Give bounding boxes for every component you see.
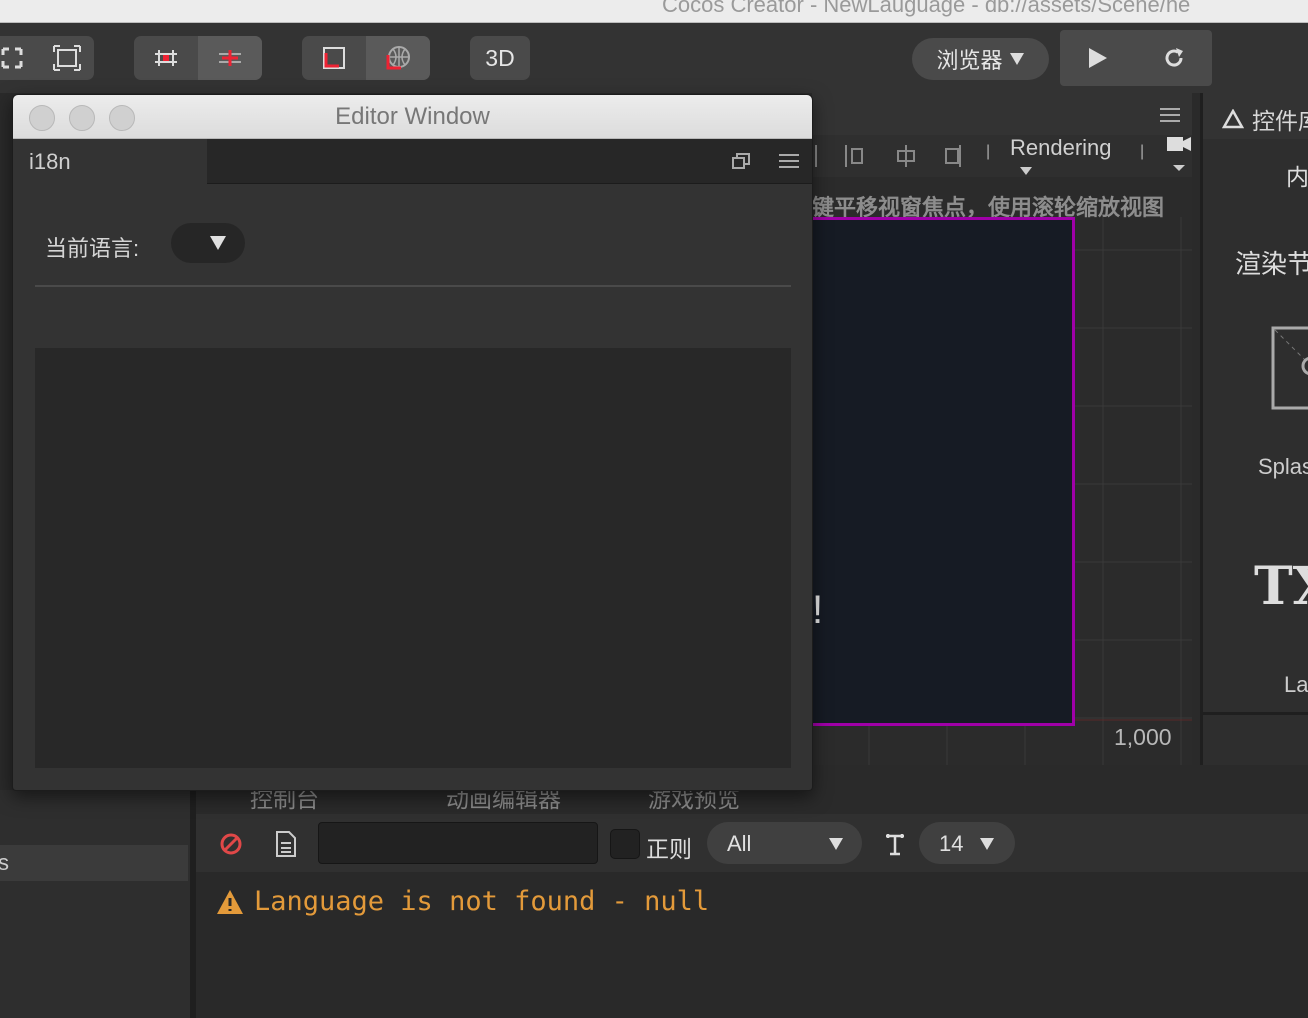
globe-icon bbox=[386, 46, 410, 70]
local-coord-icon bbox=[323, 47, 345, 69]
console-filter-input[interactable] bbox=[318, 822, 598, 864]
font-size-select[interactable]: 14 bbox=[919, 822, 1015, 864]
log-message: Language is not found - null bbox=[254, 886, 710, 917]
render-mode-select[interactable]: Rendering bbox=[1010, 135, 1112, 177]
chevron-down-icon bbox=[980, 838, 994, 850]
pivot-group bbox=[134, 36, 262, 80]
tab-i18n-label: i18n bbox=[29, 149, 71, 174]
warning-triangle-icon bbox=[1222, 109, 1244, 129]
app-title: Cocos Creator - NewLauguage - db://asset… bbox=[662, 0, 1191, 17]
log-file-icon[interactable] bbox=[275, 830, 297, 858]
menu-icon[interactable] bbox=[779, 153, 799, 169]
sprite-splash-icon[interactable] bbox=[1271, 326, 1308, 410]
transform-tools-group bbox=[0, 36, 94, 80]
play-controls bbox=[1060, 30, 1212, 86]
canvas-frame bbox=[810, 217, 1075, 726]
refresh-button[interactable] bbox=[1136, 30, 1212, 86]
popout-icon[interactable] bbox=[732, 153, 750, 169]
font-size-value: 14 bbox=[939, 831, 964, 856]
font-size-icon bbox=[886, 834, 904, 856]
language-select[interactable] bbox=[171, 223, 245, 263]
widget-library-panel bbox=[1200, 93, 1308, 765]
canvas-label-text: ! bbox=[812, 588, 824, 632]
local-coord-button[interactable] bbox=[302, 36, 366, 80]
editor-window: Editor Window i18n 当前语言: bbox=[12, 94, 813, 791]
editor-window-title: Editor Window bbox=[335, 103, 490, 130]
editor-window-titlebar[interactable]: Editor Window bbox=[13, 95, 812, 139]
preview-platform-select[interactable]: 浏览器 bbox=[912, 38, 1049, 80]
axis-label: 1,000 bbox=[1114, 724, 1172, 750]
rect-transform-icon bbox=[53, 45, 81, 71]
chevron-down-icon bbox=[1009, 53, 1024, 65]
clear-console-icon[interactable] bbox=[219, 832, 243, 856]
center-icon bbox=[219, 50, 241, 66]
log-entry-warning[interactable]: Language is not found - null bbox=[216, 886, 709, 917]
toggle-3d-button[interactable]: 3D bbox=[470, 36, 530, 80]
camera-icon bbox=[1167, 137, 1191, 171]
expand-tool-button[interactable] bbox=[0, 36, 34, 80]
warning-icon bbox=[217, 889, 243, 914]
play-icon bbox=[1089, 48, 1107, 68]
chevron-down-icon bbox=[210, 236, 226, 250]
log-level-value: All bbox=[727, 831, 752, 856]
global-coord-button[interactable] bbox=[366, 36, 430, 80]
pivot-button[interactable] bbox=[134, 36, 198, 80]
menu-icon bbox=[1160, 108, 1180, 122]
regex-checkbox[interactable] bbox=[610, 829, 640, 859]
play-button[interactable] bbox=[1060, 30, 1136, 86]
i18n-content-area bbox=[35, 348, 791, 768]
toggle-3d-label: 3D bbox=[485, 44, 515, 71]
assets-item-selected[interactable]: s bbox=[0, 845, 188, 881]
chevron-down-icon bbox=[829, 838, 843, 850]
align-tools-icon bbox=[815, 145, 961, 167]
expand-icon bbox=[1, 47, 23, 69]
label-item-label: La bbox=[1284, 672, 1308, 697]
render-section-title: 渲染节 bbox=[1235, 249, 1308, 279]
splash-label: Splas bbox=[1258, 454, 1308, 479]
widget-library-tab-label: 控件库 bbox=[1252, 108, 1308, 134]
scene-toolbar: | Rendering | bbox=[812, 135, 1192, 177]
log-level-select[interactable]: All bbox=[707, 822, 862, 864]
rect-tool-button[interactable] bbox=[42, 36, 92, 80]
preview-platform-label: 浏览器 bbox=[936, 48, 1003, 73]
refresh-icon bbox=[1165, 48, 1183, 67]
regex-label: 正则 bbox=[646, 836, 692, 862]
assets-item-label: s bbox=[0, 850, 9, 875]
label-component-icon[interactable]: TX bbox=[1254, 556, 1308, 617]
coordinate-group bbox=[302, 36, 430, 80]
camera-button[interactable] bbox=[1167, 137, 1193, 173]
builtin-tab[interactable]: 内 bbox=[1286, 158, 1308, 192]
main-toolbar: 3D 浏览器 bbox=[0, 23, 1308, 93]
divider bbox=[35, 285, 791, 287]
scene-panel-header bbox=[812, 93, 1192, 135]
center-button[interactable] bbox=[198, 36, 262, 80]
widget-library-tab[interactable]: 控件库 bbox=[1222, 102, 1308, 136]
current-language-label: 当前语言: bbox=[45, 236, 140, 261]
chevron-down-icon bbox=[1020, 167, 1032, 175]
pivot-icon bbox=[155, 50, 177, 66]
render-mode-label: Rendering bbox=[1010, 135, 1112, 160]
assets-panel bbox=[0, 790, 196, 1018]
